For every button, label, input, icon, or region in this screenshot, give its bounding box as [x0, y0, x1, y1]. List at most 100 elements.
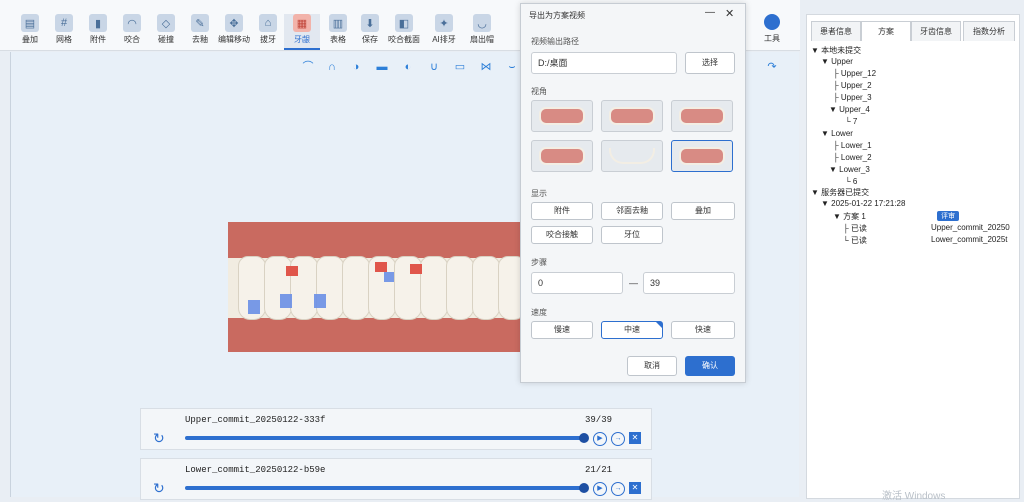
view-bottom-icon[interactable]: ⌣: [504, 62, 520, 73]
close-player-icon[interactable]: ✕: [629, 482, 641, 494]
cancel-button[interactable]: 取消: [627, 356, 677, 376]
redo-icon[interactable]: ↷: [764, 62, 780, 73]
tree-commit-date[interactable]: ▼ 2025-01-22 17:21:28: [821, 199, 905, 208]
tree-label: Upper_4: [839, 105, 870, 114]
tree-lower-1[interactable]: ├ Lower_1: [833, 141, 872, 150]
step-from-field[interactable]: 0: [531, 272, 623, 294]
right-panel: 患者信息 方案 牙齿信息 指数分析 ▼ 本地未提交 ▼ Upper ├ Uppe…: [806, 14, 1020, 499]
tab-patient-info[interactable]: 患者信息: [811, 21, 861, 41]
toolbar-stack-button[interactable]: ▤ 叠加: [12, 14, 48, 45]
tree-label: Upper_2: [840, 81, 872, 90]
speed-medium-button[interactable]: 中速: [601, 321, 663, 339]
tree-read-lower[interactable]: └ 已读: [843, 235, 867, 246]
step-to-field[interactable]: 39: [643, 272, 735, 294]
playback-track[interactable]: [185, 486, 583, 490]
toolbar-gum-button[interactable]: ▦ 牙龈: [284, 14, 320, 50]
attachment-marker: [248, 300, 260, 314]
playback-knob[interactable]: [579, 433, 589, 443]
tree-lower-2[interactable]: ├ Lower_2: [833, 153, 872, 162]
tree-upper-3[interactable]: ├ Upper_3: [833, 93, 872, 102]
player-step-count: 39/39: [585, 415, 613, 425]
toolbar-ai-button[interactable]: ✦ AI排牙: [426, 14, 462, 45]
tab-index-analysis[interactable]: 指数分析: [963, 21, 1015, 41]
output-path-field[interactable]: D:/桌面: [531, 52, 677, 74]
view-thumb-bite[interactable]: [671, 100, 733, 132]
speed-slow-button[interactable]: 慢速: [531, 321, 593, 339]
tree-label: 7: [852, 117, 858, 126]
view-thumb-upper[interactable]: [531, 100, 593, 132]
view-bite-icon[interactable]: ▬: [374, 62, 390, 73]
tree-label: 6: [852, 177, 858, 186]
view-thumb-arch[interactable]: [601, 140, 663, 172]
close-player-icon[interactable]: ✕: [629, 432, 641, 444]
toolbar-extract-button[interactable]: ⌂ 拔牙: [250, 14, 286, 45]
gear-icon: [764, 14, 780, 30]
playback-knob[interactable]: [579, 483, 589, 493]
tree-lower-3-child[interactable]: └ 6: [845, 177, 857, 186]
tree-label: Lower: [831, 129, 853, 138]
table-icon: ▥: [329, 14, 347, 32]
tree-server-committed[interactable]: ▼ 服务器已提交: [811, 187, 869, 198]
playback-track[interactable]: [185, 436, 583, 440]
toolbar-bite-button[interactable]: ◠ 咬合: [114, 14, 150, 45]
play-icon[interactable]: ▶: [593, 482, 607, 496]
toolbar-section-button[interactable]: ◧ 咬合截面: [382, 14, 426, 45]
view-thumb-preview: [679, 107, 725, 125]
display-contact-button[interactable]: 咬合接触: [531, 226, 593, 244]
tree-upper[interactable]: ▼ Upper: [821, 57, 853, 66]
tree-lower-3[interactable]: ▼ Lower_3: [829, 165, 870, 174]
display-ipr-button[interactable]: 邻面去釉: [601, 202, 663, 220]
attachment-marker: [280, 294, 292, 308]
view-thumb-preview: [679, 147, 725, 165]
next-icon[interactable]: →: [611, 432, 625, 446]
replay-icon[interactable]: ↻: [153, 480, 165, 497]
toolbar-table-button[interactable]: ▥ 表格: [320, 14, 356, 45]
tree-upper-4-child[interactable]: └ 7: [845, 117, 857, 126]
view-thumb-front[interactable]: [601, 100, 663, 132]
tooth: [316, 256, 344, 320]
speed-fast-button[interactable]: 快速: [671, 321, 735, 339]
tree-plan-1[interactable]: ▼ 方案 1: [833, 211, 866, 222]
view-thumb-side[interactable]: [531, 140, 593, 172]
attachment-marker: [410, 264, 422, 274]
tree-read-upper[interactable]: ├ 已读: [843, 223, 867, 234]
review-tag[interactable]: 评审: [937, 211, 959, 221]
view-front-icon[interactable]: ∩: [324, 62, 340, 73]
tree-label: 方案 1: [843, 212, 866, 221]
display-overlay-button[interactable]: 叠加: [671, 202, 735, 220]
next-icon[interactable]: →: [611, 482, 625, 496]
view-right-icon[interactable]: ◐: [400, 62, 416, 73]
view-flat-icon[interactable]: ▭: [452, 62, 468, 73]
commit-lower-name: Lower_commit_2025t: [931, 235, 1008, 244]
view-thumb-combined[interactable]: [671, 140, 733, 172]
tree-lower[interactable]: ▼ Lower: [821, 129, 853, 138]
section-icon: ◧: [395, 14, 413, 32]
choose-path-button[interactable]: 选择: [685, 52, 735, 74]
play-icon[interactable]: ▶: [593, 432, 607, 446]
replay-icon[interactable]: ↻: [153, 430, 165, 447]
view-split-icon[interactable]: ⋈: [478, 62, 494, 73]
tree-upper-4[interactable]: ▼ Upper_4: [829, 105, 870, 114]
ipr-icon: ✎: [191, 14, 209, 32]
toolbar-grid-button[interactable]: # 网格: [46, 14, 82, 45]
toolbar-cap-button[interactable]: ◡ 扇出帽: [464, 14, 500, 45]
tree-local-uncommitted[interactable]: ▼ 本地未提交: [811, 45, 861, 56]
view-lower-icon[interactable]: ∪: [426, 62, 442, 73]
tree-upper-2[interactable]: ├ Upper_2: [833, 81, 872, 90]
display-tooth-number-button[interactable]: 牙位: [601, 226, 663, 244]
confirm-button[interactable]: 确认: [685, 356, 735, 376]
display-attachment-button[interactable]: 附件: [531, 202, 593, 220]
close-icon[interactable]: ✕: [725, 7, 734, 20]
view-left-icon[interactable]: ◑: [348, 62, 364, 73]
tree-upper-12[interactable]: ├ Upper_12: [833, 69, 876, 78]
toolbar-collision-button[interactable]: ◇ 碰撞: [148, 14, 184, 45]
tab-tooth-info[interactable]: 牙齿信息: [911, 21, 961, 41]
grid-icon: #: [55, 14, 73, 32]
tools-button[interactable]: 工具: [756, 14, 788, 44]
tree-label: Lower_3: [839, 165, 870, 174]
gum-icon: ▦: [293, 14, 311, 32]
tab-plan[interactable]: 方案: [861, 21, 911, 41]
minimize-icon[interactable]: —: [705, 7, 715, 18]
view-upper-arch-icon[interactable]: ⌒: [300, 62, 316, 73]
toolbar-attachment-button[interactable]: ▮ 附件: [80, 14, 116, 45]
